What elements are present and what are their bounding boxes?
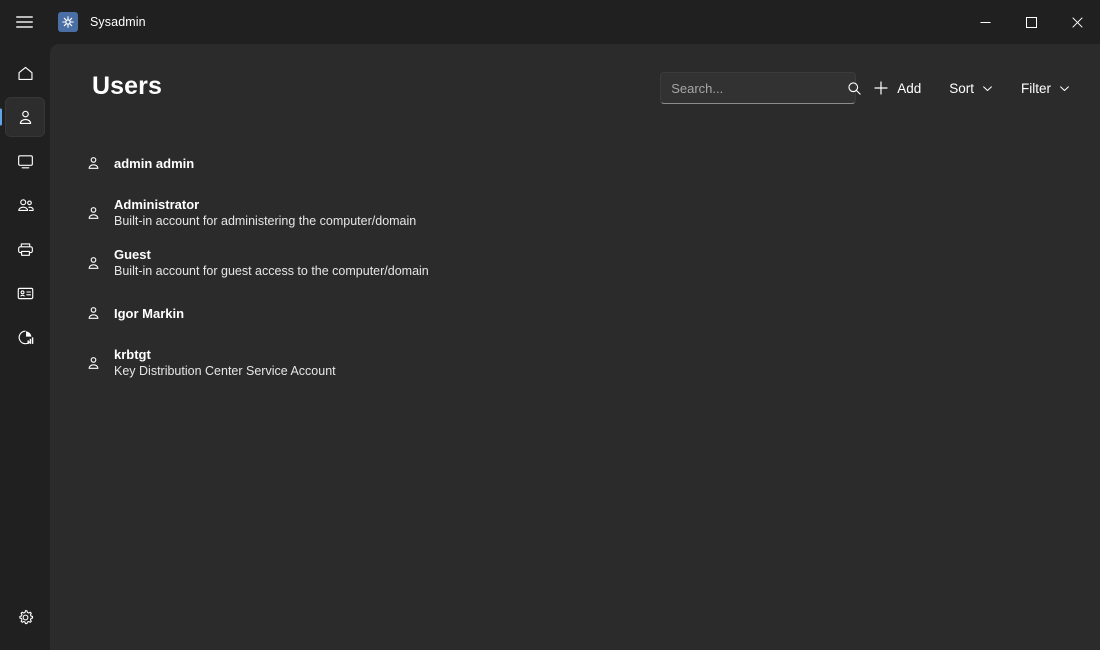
person-icon	[82, 255, 104, 272]
search-icon	[847, 81, 862, 96]
person-glyph	[85, 255, 102, 272]
list-item-description: Built-in account for administering the c…	[114, 213, 416, 230]
toolbar: Add Sort Filter	[660, 72, 1080, 104]
filter-button[interactable]: Filter	[1011, 72, 1080, 104]
search-button[interactable]	[847, 73, 862, 103]
sidebar-item-groups[interactable]	[5, 185, 45, 225]
sidebar-item-home[interactable]	[5, 53, 45, 93]
sidebar-item-settings[interactable]	[5, 597, 45, 637]
list-item-text: AdministratorBuilt-in account for admini…	[114, 196, 416, 230]
sidebar-item-reports[interactable]	[5, 317, 45, 357]
close-button[interactable]	[1054, 0, 1100, 44]
list-item[interactable]: admin admin	[58, 138, 1092, 188]
plus-icon	[874, 81, 888, 95]
person-glyph	[85, 205, 102, 222]
list-item[interactable]: GuestBuilt-in account for guest access t…	[58, 238, 1092, 288]
minimize-icon	[980, 17, 991, 28]
plus-glyph	[874, 81, 888, 95]
person-glyph	[85, 155, 102, 172]
list-item-title: Administrator	[114, 196, 416, 213]
filter-button-label: Filter	[1021, 81, 1051, 96]
list-item[interactable]: krbtgtKey Distribution Center Service Ac…	[58, 338, 1092, 388]
add-button-label: Add	[897, 81, 921, 96]
list-item-description: Built-in account for guest access to the…	[114, 263, 429, 280]
printer-icon	[16, 240, 35, 259]
sidebar-rail	[0, 44, 50, 650]
hamburger-bars	[16, 16, 33, 28]
snowflake-glyph	[61, 15, 75, 29]
users-list: admin adminAdministratorBuilt-in account…	[50, 132, 1100, 388]
list-item[interactable]: Igor Markin	[58, 288, 1092, 338]
list-item-text: admin admin	[114, 155, 194, 172]
person-icon	[82, 205, 104, 222]
sidebar-item-printers[interactable]	[5, 229, 45, 269]
list-item-text: GuestBuilt-in account for guest access t…	[114, 246, 429, 280]
search-box[interactable]	[660, 72, 856, 104]
list-item-title: admin admin	[114, 155, 194, 172]
hamburger-menu-icon[interactable]	[0, 0, 48, 44]
window-controls	[962, 0, 1100, 44]
chevron-down-icon	[982, 83, 993, 94]
app-window: Sysadmin	[0, 0, 1100, 650]
list-item[interactable]: AdministratorBuilt-in account for admini…	[58, 188, 1092, 238]
title-bar: Sysadmin	[0, 0, 1100, 44]
list-item-title: krbtgt	[114, 346, 336, 363]
app-title: Sysadmin	[90, 15, 146, 29]
search-input[interactable]	[661, 81, 847, 96]
person-icon	[82, 355, 104, 372]
sort-button-label: Sort	[949, 81, 974, 96]
id-card-icon	[16, 284, 35, 303]
list-item-text: krbtgtKey Distribution Center Service Ac…	[114, 346, 336, 380]
gear-icon	[16, 608, 35, 627]
list-item-text: Igor Markin	[114, 305, 184, 322]
analytics-icon	[16, 328, 35, 347]
list-item-description: Key Distribution Center Service Account	[114, 363, 336, 380]
chevron-down-icon	[1059, 83, 1070, 94]
monitor-icon	[16, 152, 35, 171]
page-title: Users	[92, 72, 162, 101]
add-button[interactable]: Add	[864, 72, 931, 104]
home-icon	[16, 64, 35, 83]
maximize-button[interactable]	[1008, 0, 1054, 44]
list-item-title: Igor Markin	[114, 305, 184, 322]
person-icon	[16, 108, 35, 127]
close-icon	[1072, 17, 1083, 28]
sidebar-item-computers[interactable]	[5, 141, 45, 181]
content-panel: Users	[50, 44, 1100, 650]
person-icon	[82, 305, 104, 322]
sort-button[interactable]: Sort	[939, 72, 1003, 104]
minimize-button[interactable]	[962, 0, 1008, 44]
list-item-title: Guest	[114, 246, 429, 263]
person-glyph	[85, 355, 102, 372]
people-icon	[16, 196, 35, 215]
chevron-down-glyph	[1059, 83, 1070, 94]
page-header: Users	[50, 44, 1100, 132]
person-icon	[82, 155, 104, 172]
maximize-icon	[1026, 17, 1037, 28]
sidebar-item-users[interactable]	[5, 97, 45, 137]
chevron-down-glyph	[982, 83, 993, 94]
person-glyph	[85, 305, 102, 322]
sidebar-item-contacts[interactable]	[5, 273, 45, 313]
snowflake-icon	[58, 12, 78, 32]
sidebar-top-items	[0, 44, 50, 357]
sidebar-bottom-items	[0, 593, 50, 641]
